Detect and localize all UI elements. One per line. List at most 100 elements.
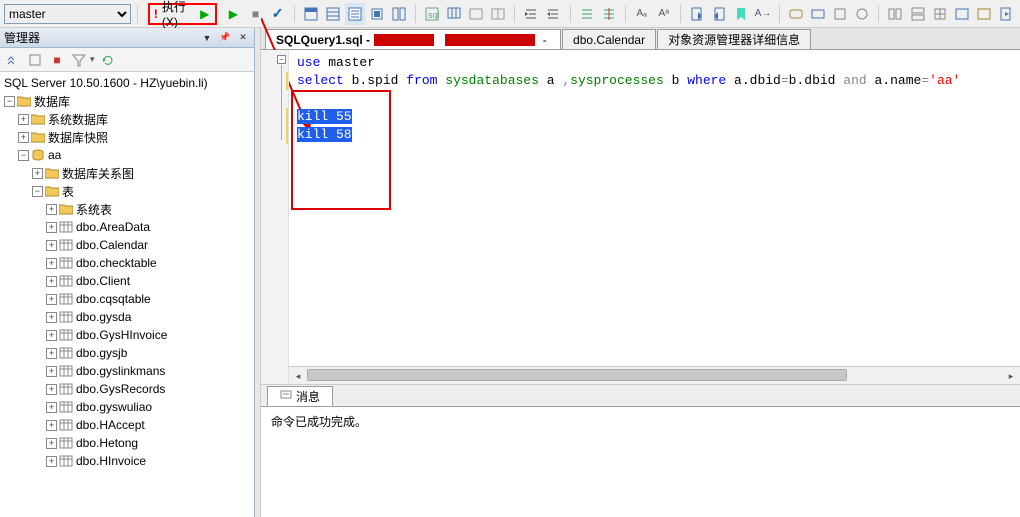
tb-icon[interactable]: [466, 3, 486, 25]
panel-dropdown-icon[interactable]: ▼: [200, 31, 214, 45]
table-node[interactable]: +dbo.gyslinkmans: [0, 362, 254, 380]
outdent-button[interactable]: [543, 3, 563, 25]
table-node[interactable]: +dbo.GysRecords: [0, 380, 254, 398]
tb-icon[interactable]: [974, 3, 994, 25]
editor-panel: SQLQuery1.sql - - dbo.Calendar 对象资源管理器详细…: [261, 28, 1020, 517]
document-tabs: SQLQuery1.sql - - dbo.Calendar 对象资源管理器详细…: [261, 28, 1020, 50]
dropdown-icon[interactable]: ▾: [90, 54, 95, 65]
case-button[interactable]: Aₐ: [632, 3, 652, 25]
scroll-left-icon[interactable]: ◂: [289, 367, 307, 385]
table-node[interactable]: +dbo.gysjb: [0, 344, 254, 362]
stop-icon[interactable]: ■: [48, 51, 66, 69]
tab-dbo-calendar[interactable]: dbo.Calendar: [562, 29, 656, 49]
sys-tables-folder[interactable]: + 系统表: [0, 200, 254, 218]
table-node[interactable]: +dbo.cqsqtable: [0, 290, 254, 308]
table-icon: [59, 347, 73, 359]
connect-icon[interactable]: [4, 51, 22, 69]
tb-icon[interactable]: [852, 3, 872, 25]
scroll-right-icon[interactable]: ▸: [1002, 367, 1020, 385]
scrollbar-thumb[interactable]: [307, 369, 847, 381]
refresh-icon[interactable]: [99, 51, 117, 69]
toolbar-separator: [514, 5, 515, 23]
table-node[interactable]: +dbo.gyswuliao: [0, 398, 254, 416]
redacted-text: [374, 34, 434, 46]
tab-sqlquery1[interactable]: SQLQuery1.sql - -: [265, 29, 561, 49]
stop-button[interactable]: ■: [245, 3, 265, 25]
table-node[interactable]: +dbo.Client: [0, 272, 254, 290]
tb-icon[interactable]: [952, 3, 972, 25]
editor-gutter: −: [261, 50, 289, 384]
close-icon[interactable]: ✕: [236, 31, 250, 45]
table-node[interactable]: +dbo.HAccept: [0, 416, 254, 434]
database-selector[interactable]: master: [4, 4, 131, 24]
tb-icon[interactable]: [323, 3, 343, 25]
indent-button[interactable]: [521, 3, 541, 25]
case-button[interactable]: Aᵃ: [654, 3, 674, 25]
tb-icon[interactable]: [885, 3, 905, 25]
object-tree[interactable]: SQL Server 10.50.1600 - HZ\yuebin.li) − …: [0, 72, 254, 517]
tb-icon[interactable]: [830, 3, 850, 25]
table-icon: [59, 275, 73, 287]
uncomment-button[interactable]: [599, 3, 619, 25]
tb-icon[interactable]: [808, 3, 828, 25]
tb-icon[interactable]: A→: [753, 3, 773, 25]
tb-icon[interactable]: [996, 3, 1016, 25]
tables-folder[interactable]: − 表: [0, 182, 254, 200]
table-icon: [59, 257, 73, 269]
table-node[interactable]: +dbo.gysda: [0, 308, 254, 326]
bookmark-button[interactable]: [731, 3, 751, 25]
toolbar-separator: [137, 5, 138, 23]
database-icon: [31, 149, 45, 161]
tb-icon[interactable]: [367, 3, 387, 25]
horizontal-scrollbar[interactable]: ◂ ▸: [289, 366, 1020, 384]
tb-icon[interactable]: [687, 3, 707, 25]
diagrams-folder[interactable]: + 数据库关系图: [0, 164, 254, 182]
execute-label: 执行(X): [162, 0, 196, 29]
comment-button[interactable]: [576, 3, 596, 25]
tb-icon[interactable]: [444, 3, 464, 25]
fold-minus-icon[interactable]: −: [277, 55, 286, 64]
table-node[interactable]: +dbo.AreaData: [0, 218, 254, 236]
tb-icon[interactable]: [488, 3, 508, 25]
main-toolbar: master ! 执行(X) ▶ ▶ ■ ✓ sql Aₐ Aᵃ A→: [0, 0, 1020, 28]
toolbar-separator: [680, 5, 681, 23]
databases-folder[interactable]: − 数据库: [0, 92, 254, 110]
sql-editor[interactable]: − use master select b.spid from sysdatab…: [261, 50, 1020, 385]
filter-icon[interactable]: [70, 51, 88, 69]
table-node[interactable]: +dbo.checktable: [0, 254, 254, 272]
database-node-aa[interactable]: − aa: [0, 146, 254, 164]
server-node[interactable]: SQL Server 10.50.1600 - HZ\yuebin.li): [0, 74, 254, 92]
tb-icon[interactable]: sql: [422, 3, 442, 25]
tb-icon[interactable]: [930, 3, 950, 25]
table-icon: [59, 365, 73, 377]
execute-button[interactable]: ! 执行(X) ▶: [148, 3, 217, 25]
disconnect-icon[interactable]: [26, 51, 44, 69]
sys-databases-folder[interactable]: + 系统数据库: [0, 110, 254, 128]
table-node[interactable]: +dbo.HInvoice: [0, 452, 254, 470]
results-panel: 消息 命令已成功完成。: [261, 385, 1020, 517]
messages-tab[interactable]: 消息: [267, 386, 333, 406]
folder-icon: [59, 203, 73, 215]
table-icon: [59, 239, 73, 251]
folder-icon: [45, 167, 59, 179]
debug-button[interactable]: ▶: [223, 3, 243, 25]
table-node[interactable]: +dbo.GysHInvoice: [0, 326, 254, 344]
tb-icon[interactable]: [709, 3, 729, 25]
tb-icon[interactable]: [908, 3, 928, 25]
pushpin-icon[interactable]: 📌: [218, 31, 232, 45]
table-node[interactable]: +dbo.Calendar: [0, 236, 254, 254]
tb-icon[interactable]: [786, 3, 806, 25]
table-icon: [59, 221, 73, 233]
tb-icon[interactable]: [301, 3, 321, 25]
parse-button[interactable]: ✓: [268, 3, 288, 25]
folder-icon: [17, 95, 31, 107]
tab-object-explorer-details[interactable]: 对象资源管理器详细信息: [657, 29, 811, 49]
tb-icon[interactable]: [389, 3, 409, 25]
tb-icon[interactable]: [345, 3, 365, 25]
folder-icon: [31, 113, 45, 125]
explorer-toolbar: ■ ▾: [0, 48, 254, 72]
code-area[interactable]: use master select b.spid from sysdatabas…: [289, 50, 1020, 366]
table-node[interactable]: +dbo.Hetong: [0, 434, 254, 452]
snapshot-folder[interactable]: + 数据库快照: [0, 128, 254, 146]
panel-title-text: 管理器: [4, 29, 40, 46]
